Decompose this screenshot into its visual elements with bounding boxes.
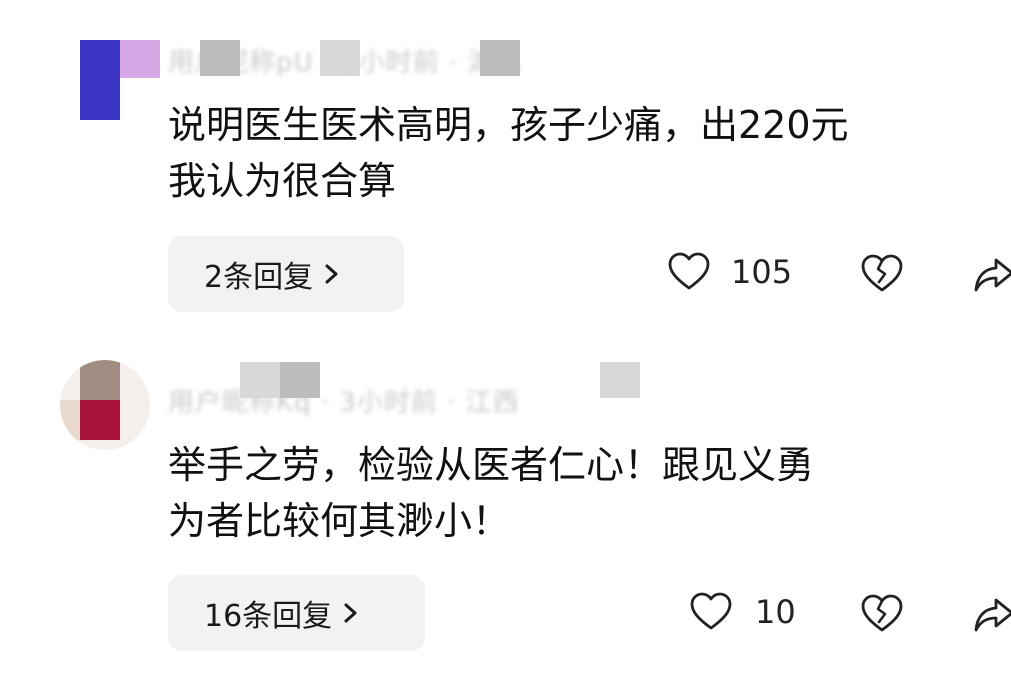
share-arrow-icon[interactable]	[972, 592, 1011, 636]
comment-text: 举手之劳，检验从医者仁心！跟见义勇 为者比较何其渺小！	[168, 437, 1011, 549]
avatar-pixel	[80, 360, 120, 400]
avatar-pixel	[80, 400, 120, 440]
redaction-mask	[600, 362, 640, 398]
view-replies-label: 16条回复	[204, 599, 333, 634]
comment-text-line: 为者比较何其渺小！	[168, 499, 511, 543]
comment-text-line: 说明医生医术高明，孩子少痛，出220元	[168, 103, 849, 147]
view-replies-label: 2条回复	[204, 260, 314, 295]
comment-item: 用户昵称Kq · 3小时前 · 江西 举手之劳，检验从医者仁心！跟见义勇 为者比…	[0, 340, 1011, 689]
redaction-mask	[320, 40, 360, 76]
comment-text-line: 举手之劳，检验从医者仁心！跟见义勇	[168, 443, 815, 487]
chevron-right-icon	[325, 264, 338, 284]
redaction-mask	[280, 362, 320, 398]
redaction-mask	[200, 40, 240, 76]
avatar[interactable]	[80, 40, 160, 120]
like-button[interactable]: 105	[667, 250, 792, 294]
heart-outline-icon	[690, 592, 732, 630]
chevron-right-icon	[344, 603, 357, 623]
redaction-mask	[480, 40, 520, 76]
view-replies-button[interactable]: 16条回复	[168, 575, 425, 651]
share-arrow-icon[interactable]	[972, 252, 1011, 296]
avatar[interactable]	[60, 360, 150, 450]
avatar-pixel	[60, 400, 80, 440]
avatar-pixel	[120, 78, 160, 120]
comment-item: 用户昵称pU · 3小时前 · 湖北 说明医生医术高明，孩子少痛，出220元 我…	[0, 0, 1011, 340]
heart-outline-icon	[668, 252, 710, 290]
comment-text: 说明医生医术高明，孩子少痛，出220元 我认为很合算	[168, 97, 1011, 209]
like-count: 105	[731, 253, 793, 291]
redaction-mask	[240, 362, 280, 398]
broken-heart-icon[interactable]	[860, 251, 904, 295]
comment-meta: 用户昵称Kq · 3小时前 · 江西	[168, 388, 520, 418]
like-count: 10	[755, 593, 796, 631]
avatar-pixel	[120, 40, 160, 78]
comment-text-line: 我认为很合算	[168, 159, 397, 203]
view-replies-button[interactable]: 2条回复	[168, 236, 404, 312]
broken-heart-icon[interactable]	[860, 591, 904, 635]
avatar-pixel	[80, 40, 120, 120]
like-button[interactable]: 10	[689, 590, 796, 634]
